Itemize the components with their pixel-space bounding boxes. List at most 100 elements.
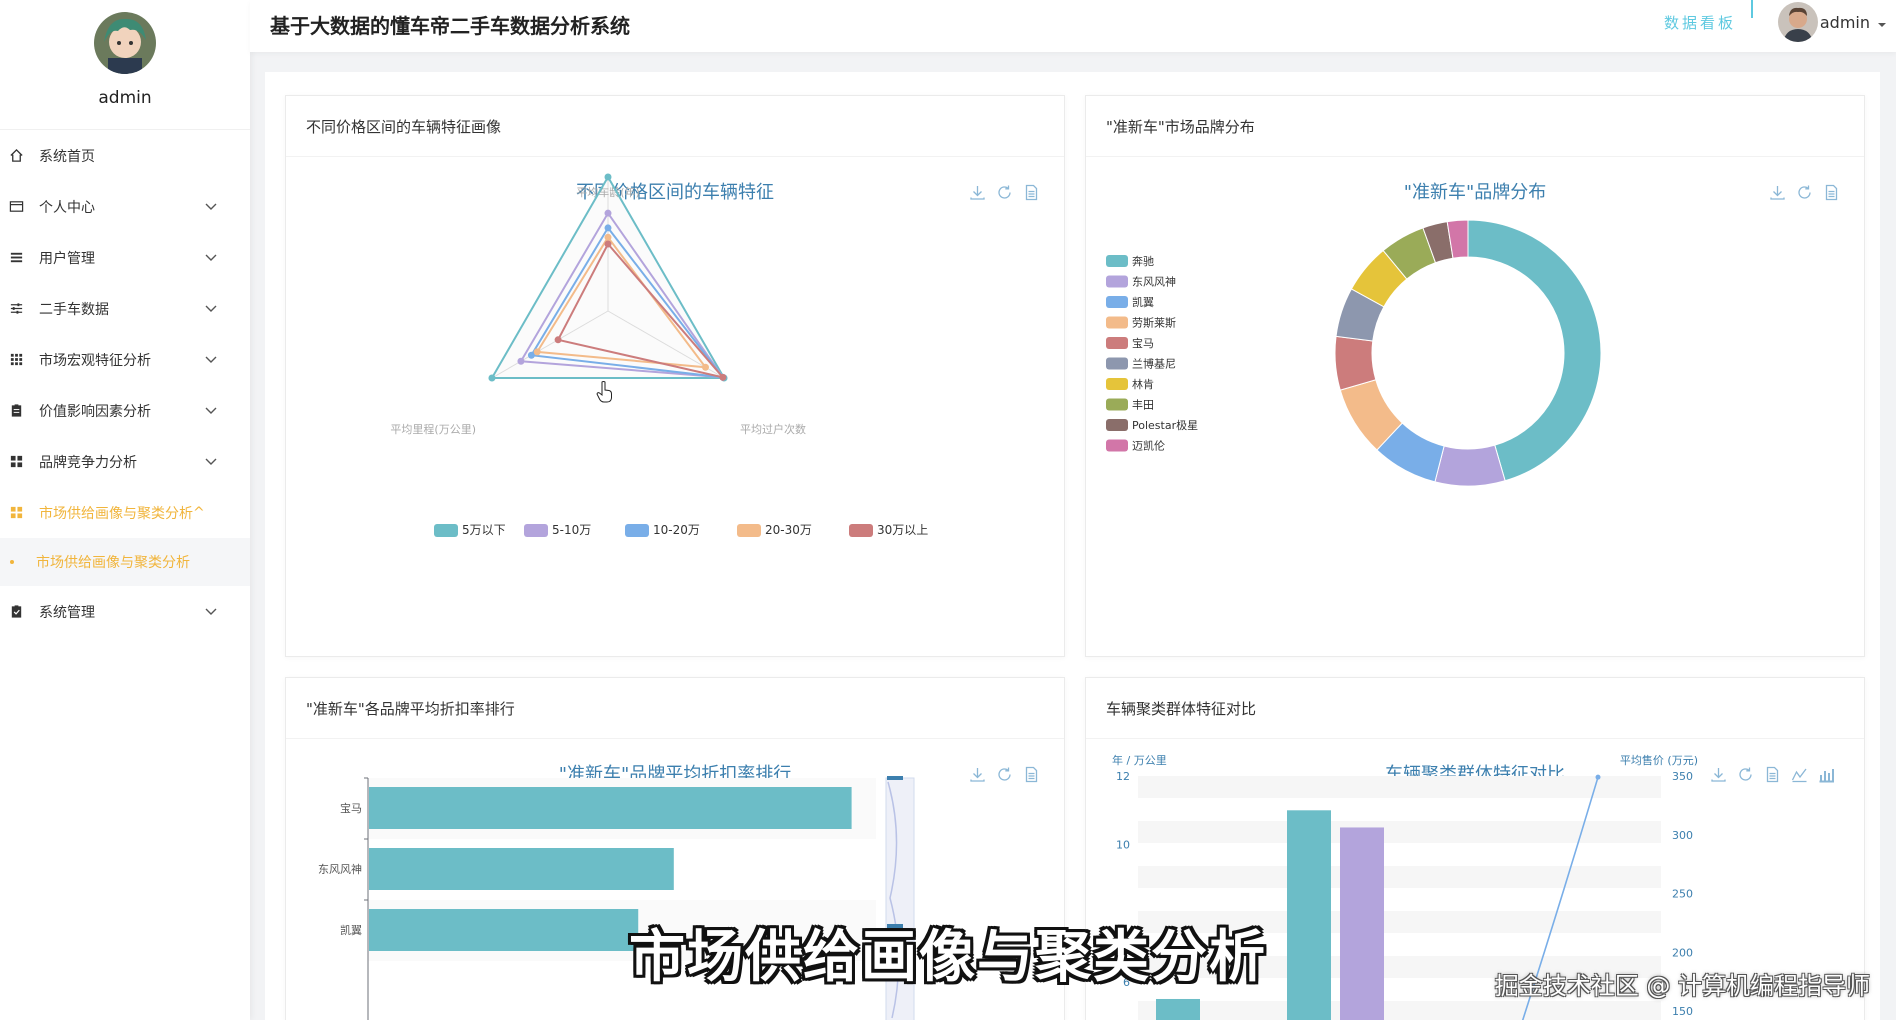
submenu-item-label: 市场供给画像与聚类分析 xyxy=(36,555,190,571)
radar-chart: 平均车龄(年) 平均过户次数 平均里程(万公里) 5万以下 5-10万 10-20万 20-… xyxy=(390,173,928,537)
tab-dashboard[interactable]: 数据看板 xyxy=(1664,12,1736,33)
radar-point xyxy=(533,348,541,356)
legend-swatch xyxy=(1106,296,1128,308)
legend-label: 丰田 xyxy=(1132,399,1154,412)
legend-swatch xyxy=(1106,419,1128,431)
donut-slice xyxy=(1334,335,1377,391)
menu-item-macro-analysis[interactable]: 市场宏观特征分析 xyxy=(0,334,250,385)
legend-label: 林肯 xyxy=(1132,377,1154,391)
page-title: 基于大数据的懂车帝二手车数据分析系统 xyxy=(270,14,630,38)
radar-indicator-label: 平均里程(万公里) xyxy=(390,423,476,436)
menu-item-label: 系统管理 xyxy=(39,604,95,621)
legend-label: 30万以上 xyxy=(877,523,928,537)
donut-slice xyxy=(1467,219,1602,482)
y-tick-label-right: 250 xyxy=(1672,888,1693,901)
submenu-item-supply-cluster[interactable]: 市场供给画像与聚类分析 xyxy=(0,538,250,586)
legend-label: 兰博基尼 xyxy=(1132,358,1176,371)
legend-label: 东风风神 xyxy=(1132,275,1176,289)
donut-slice xyxy=(1434,444,1506,487)
menu-item-label: 二手车数据 xyxy=(39,301,109,318)
list-icon xyxy=(8,250,24,266)
radar-indicator-label: 平均过户次数 xyxy=(740,422,806,436)
y-tick-label: 东风风神 xyxy=(318,862,362,876)
chevron-down-icon xyxy=(204,250,218,264)
legend-label: 凯翼 xyxy=(1132,296,1154,309)
legend-swatch xyxy=(1106,255,1128,267)
menu-item-system[interactable]: 系统管理 xyxy=(0,586,250,637)
menu-item-users[interactable]: 用户管理 xyxy=(0,232,250,283)
radar-indicator-label: 平均车龄(年) xyxy=(576,185,640,199)
legend-swatch xyxy=(737,524,761,537)
menu-item-home[interactable]: 系统首页 xyxy=(0,130,250,181)
header-username[interactable]: admin xyxy=(1820,13,1870,32)
legend-label: 5万以下 xyxy=(462,523,506,537)
donut-chart: 奔驰东风风神凯翼劳斯莱斯宝马兰博基尼林肯丰田 Polestar极星迈凯伦 xyxy=(1106,219,1602,487)
y-tick-label-right: 150 xyxy=(1672,1005,1693,1018)
grid-band xyxy=(1138,866,1661,888)
menu-item-label: 品牌竞争力分析 xyxy=(39,454,137,471)
menu-item-supply-cluster[interactable]: 市场供给画像与聚类分析 ^ xyxy=(0,487,250,538)
menu-item-personal[interactable]: 个人中心 xyxy=(0,181,250,232)
home-icon xyxy=(8,148,24,164)
legend-swatch xyxy=(1106,337,1128,349)
main-content: 不同价格区间的车辆特征画像 不同价格区间的车辆特征 平均车龄(年) 平均过户次数平… xyxy=(265,72,1880,1020)
caret-down-icon[interactable] xyxy=(1876,16,1888,28)
y-axis-label-left: 年 / 万公里 xyxy=(1112,753,1167,767)
radar-point xyxy=(488,374,496,382)
y-tick-label-right: 300 xyxy=(1672,829,1693,842)
menu-item-brand-competition[interactable]: 品牌竞争力分析 xyxy=(0,436,250,487)
menu-item-label: 市场供给画像与聚类分析 xyxy=(39,505,193,522)
menu-item-label: 系统首页 xyxy=(39,148,95,165)
legend-label: 迈凯伦 xyxy=(1132,439,1165,453)
watermark: 掘金技术社区 @ 计算机编程指导师 xyxy=(1494,972,1870,1000)
chevron-down-icon xyxy=(204,403,218,417)
radar-point xyxy=(604,209,612,217)
chevron-down-icon xyxy=(204,301,218,315)
id-card-icon xyxy=(8,199,24,215)
grid-band xyxy=(1138,821,1661,843)
legend-swatch xyxy=(524,524,548,537)
legend-label: 劳斯莱斯 xyxy=(1132,317,1176,330)
legend-swatch xyxy=(1106,316,1128,329)
menu-item-car-data[interactable]: 二手车数据 xyxy=(0,283,250,334)
sliders-icon xyxy=(8,301,24,317)
menu-item-label: 个人中心 xyxy=(39,199,95,216)
y-tick-label: 宝马 xyxy=(340,801,362,815)
chevron-down-icon xyxy=(204,454,218,468)
y-tick-label-right: 350 xyxy=(1672,770,1693,783)
legend-swatch xyxy=(1106,398,1128,411)
checklist-icon xyxy=(8,604,24,620)
y-tick-label-left: 10 xyxy=(1116,839,1130,852)
legend-swatch xyxy=(1106,357,1128,370)
radar-point xyxy=(554,336,562,344)
user-avatar[interactable] xyxy=(94,12,156,74)
menu-item-label: 用户管理 xyxy=(39,250,95,267)
grid-band xyxy=(1138,1001,1661,1020)
legend-label: 奔驰 xyxy=(1132,254,1154,268)
header-avatar[interactable] xyxy=(1778,2,1818,42)
menu-item-value-factors[interactable]: 价值影响因素分析 xyxy=(0,385,250,436)
radar-point xyxy=(604,233,612,241)
chevron-up-icon: ^ xyxy=(193,504,205,521)
legend-swatch xyxy=(1106,378,1128,390)
tiles-icon xyxy=(8,454,24,470)
bar xyxy=(369,848,674,890)
panel-radar: 不同价格区间的车辆特征画像 不同价格区间的车辆特征 平均车龄(年) 平均过户次数平… xyxy=(285,95,1065,657)
menu-item-label: 价值影响因素分析 xyxy=(39,403,151,420)
sidebar-profile: admin xyxy=(0,0,250,130)
legend-label: Polestar极星 xyxy=(1132,418,1198,432)
grid-band xyxy=(1138,776,1661,798)
y-axis-label-right: 平均售价 (万元) xyxy=(1620,753,1698,767)
y-tick-label-left: 12 xyxy=(1116,770,1130,783)
chevron-down-icon xyxy=(204,352,218,366)
legend-label: 5-10万 xyxy=(552,523,591,537)
chevron-down-icon xyxy=(204,604,218,618)
legend-label: 宝马 xyxy=(1132,336,1154,350)
legend-label: 10-20万 xyxy=(653,523,700,537)
top-header: 基于大数据的懂车帝二手车数据分析系统 数据看板 admin xyxy=(250,0,1896,52)
radar-point xyxy=(604,173,612,181)
sidebar-menu: 系统首页 个人中心 用户管理 二手车数据 市场宏观特征分析 价值影响因素分析 品… xyxy=(0,130,250,637)
radar-point xyxy=(517,357,525,365)
legend-swatch xyxy=(849,524,873,537)
radar-point xyxy=(604,224,612,232)
